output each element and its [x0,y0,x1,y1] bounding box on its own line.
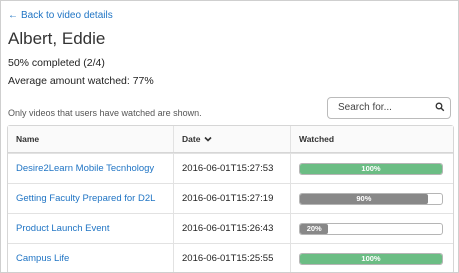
video-name-link[interactable]: Product Launch Event [16,223,109,234]
date-cell: 2016-06-01T15:26:43 [174,214,291,243]
column-header-name[interactable]: Name [8,126,174,152]
watched-progress-bar: 20% [299,222,443,235]
watched-cell: 20% [291,214,453,243]
table-body: Desire2Learn Mobile Tecnhology 2016-06-01… [8,153,453,272]
back-link-label: Back to video details [21,10,113,21]
column-header-watched[interactable]: Watched [291,126,453,152]
table-header-row: Name Date Watched [8,126,453,153]
date-cell: 2016-06-01T15:27:19 [174,184,291,213]
watched-progress-bar: 90% [299,192,443,205]
watched-progress-fill: 90% [300,193,428,204]
watched-progress-fill: 100% [300,253,442,264]
video-name-cell: Product Launch Event [8,214,174,243]
video-name-cell: Getting Faculty Prepared for D2L [8,184,174,213]
watched-progress-fill: 100% [300,163,442,174]
watched-percent-label: 100% [361,164,381,173]
watched-percent-label: 20% [306,224,322,233]
watched-progress-fill: 20% [300,223,329,234]
watched-only-note: Only videos that users have watched are … [8,108,202,118]
watched-percent-label: 90% [356,194,372,203]
video-name-cell: Campus Life [8,244,174,272]
watched-date: 2016-06-01T15:25:55 [182,253,274,264]
watched-progress-bar: 100% [299,252,443,265]
video-name-link[interactable]: Getting Faculty Prepared for D2L [16,193,155,204]
watched-date: 2016-06-01T15:27:53 [182,163,274,174]
video-name-cell: Desire2Learn Mobile Tecnhology [8,154,174,183]
table-row: Desire2Learn Mobile Tecnhology 2016-06-01… [8,153,453,183]
search-icon[interactable] [435,102,445,112]
table-row: Getting Faculty Prepared for D2L 2016-06-… [8,183,453,213]
table-row: Product Launch Event 2016-06-01T15:26:43 2… [8,213,453,243]
back-to-video-details-link[interactable]: ← Back to video details [8,10,113,21]
search-input[interactable]: Search for... [327,97,451,119]
watched-cell: 100% [291,154,453,183]
date-cell: 2016-06-01T15:25:55 [174,244,291,272]
completion-summary: 50% completed (2/4) [8,57,105,69]
column-header-date[interactable]: Date [174,126,291,152]
table-row: Campus Life 2016-06-01T15:25:55 100% [8,243,453,272]
date-cell: 2016-06-01T15:27:53 [174,154,291,183]
watched-percent-label: 100% [361,254,381,263]
watched-progress-bar: 100% [299,162,443,175]
watched-date: 2016-06-01T15:27:19 [182,193,274,204]
search-placeholder: Search for... [338,102,392,113]
watched-videos-table: Name Date Watched Desire2Learn Mobile Te… [7,125,454,272]
watched-date: 2016-06-01T15:26:43 [182,223,274,234]
page-title: Albert, Eddie [8,29,106,48]
arrow-left-icon: ← [8,10,18,21]
average-watched-summary: Average amount watched: 77% [8,75,154,87]
video-name-link[interactable]: Desire2Learn Mobile Tecnhology [16,163,154,174]
watched-cell: 100% [291,244,453,272]
video-name-link[interactable]: Campus Life [16,253,69,264]
video-user-detail-panel: ← Back to video details Albert, Eddie 50… [0,0,459,273]
watched-cell: 90% [291,184,453,213]
chevron-down-icon [204,136,213,142]
